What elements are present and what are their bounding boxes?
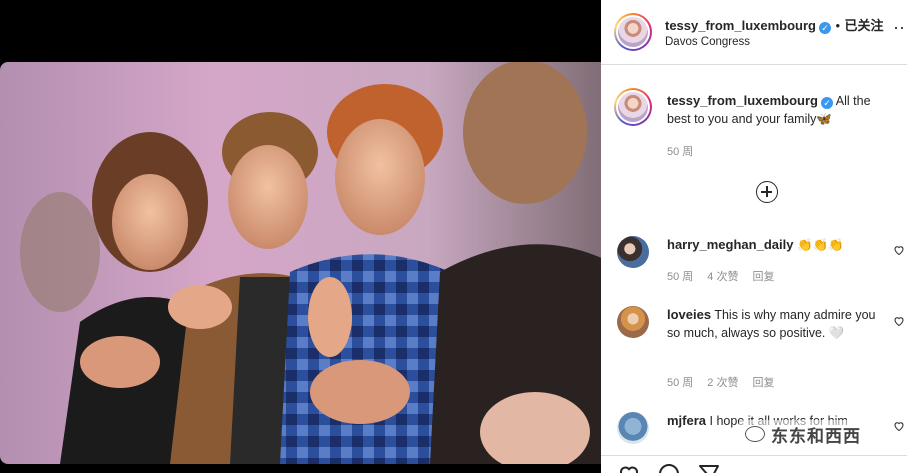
post-photo-image: [0, 62, 601, 464]
header-username[interactable]: tessy_from_luxembourg: [665, 18, 816, 33]
comment-meta: 50 周 4 次赞 回复: [667, 268, 788, 284]
like-icon[interactable]: [617, 462, 641, 473]
watermark: 东东和西西: [739, 420, 867, 448]
comments-panel: tessy_from_luxembourg ✓ • 已关注 Davos Congr…: [601, 0, 907, 473]
like-heart-icon[interactable]: [893, 315, 905, 327]
commenter-avatar[interactable]: [617, 412, 649, 444]
reply-button[interactable]: 回复: [752, 377, 774, 389]
commenter-avatar[interactable]: [617, 236, 649, 268]
like-heart-icon[interactable]: [893, 244, 905, 256]
comment-text: 👏👏👏: [796, 238, 844, 252]
post-photo[interactable]: [0, 62, 601, 464]
share-icon[interactable]: [697, 462, 721, 473]
commenter-avatar[interactable]: [617, 306, 649, 338]
comment-text-block: harry_meghan_daily 👏👏👏: [667, 236, 877, 254]
verified-badge-icon: ✓: [819, 22, 831, 34]
following-button[interactable]: 已关注: [844, 18, 883, 33]
caption-username[interactable]: tessy_from_luxembourg: [667, 93, 818, 108]
comment-likes[interactable]: 2 次赞: [707, 377, 738, 389]
post-header: tessy_from_luxembourg ✓ • 已关注 Davos Congr…: [601, 0, 907, 65]
comment-meta: 50 周 2 次赞 回复: [667, 374, 788, 390]
comment-icon[interactable]: [657, 462, 681, 473]
post-location[interactable]: Davos Congress: [665, 36, 750, 48]
comment-likes[interactable]: 4 次赞: [707, 271, 738, 283]
comment-time: 50 周: [667, 377, 694, 389]
more-options-icon[interactable]: ···: [893, 18, 907, 36]
verified-badge-icon: ✓: [821, 97, 833, 109]
post-media-area: [0, 0, 601, 473]
comment-time: 50 周: [667, 271, 694, 283]
caption-avatar[interactable]: [614, 88, 652, 126]
comment-username[interactable]: loveies: [667, 307, 711, 322]
comment-username[interactable]: mjfera: [667, 413, 706, 428]
author-avatar[interactable]: [614, 13, 652, 51]
reply-button[interactable]: 回复: [752, 271, 774, 283]
plus-circle-icon[interactable]: [756, 181, 778, 203]
watermark-text: 东东和西西: [771, 426, 861, 446]
caption-time: 50 周: [667, 146, 694, 158]
separator-dot: •: [835, 18, 841, 33]
comment-text-block: loveies This is why many admire you so m…: [667, 306, 879, 342]
action-bar: [601, 455, 907, 473]
wechat-icon: [745, 426, 765, 442]
like-heart-icon[interactable]: [893, 420, 905, 432]
comment-username[interactable]: harry_meghan_daily: [667, 237, 793, 252]
caption-text-block: tessy_from_luxembourg ✓ All the best to y…: [667, 92, 897, 128]
